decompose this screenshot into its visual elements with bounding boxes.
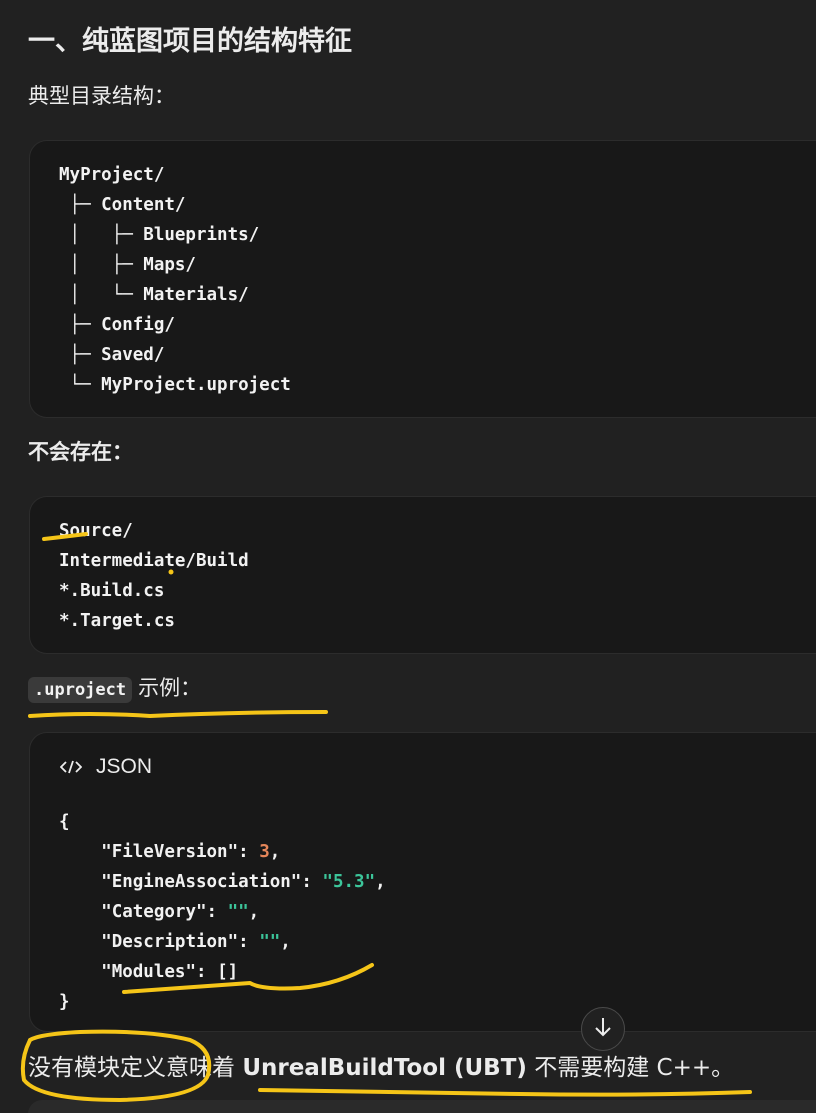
uproject-example-label: .uproject 示例： bbox=[28, 672, 201, 706]
json-key: "Description" bbox=[101, 932, 239, 952]
absent-item: *.Build.cs bbox=[59, 581, 165, 601]
json-separator: : bbox=[206, 902, 228, 922]
arrow-down-icon bbox=[593, 1016, 613, 1042]
ubt-explanation-prefix: 没有模块定义意味着 bbox=[28, 1055, 243, 1081]
ubt-explanation-suffix: 不需要构建 C++。 bbox=[526, 1055, 735, 1081]
tree-line: ├─ Config/ bbox=[59, 315, 175, 335]
json-key: "Category" bbox=[101, 902, 207, 922]
directory-tree-code-block[interactable]: MyProject/ ├─ Content/ │ ├─ Blueprints/ … bbox=[29, 140, 816, 418]
absent-item: *.Target.cs bbox=[59, 611, 175, 631]
ubt-explanation: 没有模块定义意味着 UnrealBuildTool (UBT) 不需要构建 C+… bbox=[28, 1050, 734, 1086]
json-code: { "FileVersion": 3, "EngineAssociation":… bbox=[59, 807, 386, 1017]
typical-structure-label: 典型目录结构： bbox=[28, 84, 175, 108]
code-icon bbox=[60, 759, 82, 775]
json-comma: , bbox=[248, 902, 260, 922]
json-open-brace: { bbox=[59, 812, 70, 832]
uproject-inline-code: .uproject bbox=[28, 677, 133, 703]
json-close-brace: } bbox=[59, 992, 70, 1012]
code-language-header: JSON bbox=[60, 755, 152, 779]
json-key: "Modules" bbox=[101, 962, 196, 982]
json-value: "" bbox=[227, 902, 249, 922]
tree-line: └─ MyProject.uproject bbox=[59, 375, 291, 395]
json-separator: : bbox=[238, 932, 260, 952]
ubt-explanation-bold: UnrealBuildTool (UBT) bbox=[242, 1055, 527, 1081]
directory-tree-code: MyProject/ ├─ Content/ │ ├─ Blueprints/ … bbox=[59, 160, 291, 400]
underline-ubt bbox=[258, 1088, 752, 1097]
tree-line: │ └─ Materials/ bbox=[59, 285, 249, 305]
json-value: "5.3" bbox=[322, 872, 376, 892]
section-heading: 一、纯蓝图项目的结构特征 bbox=[28, 26, 352, 57]
absent-item: Source/ bbox=[59, 521, 133, 541]
tree-line: MyProject/ bbox=[59, 165, 165, 185]
scroll-to-bottom-button[interactable] bbox=[581, 1007, 625, 1051]
json-value: "" bbox=[259, 932, 281, 952]
uproject-example-suffix: 示例： bbox=[138, 676, 202, 700]
tree-line: ├─ Content/ bbox=[59, 195, 186, 215]
json-comma: , bbox=[375, 872, 386, 892]
tree-line: │ ├─ Blueprints/ bbox=[59, 225, 260, 245]
absent-files-code: Source/ Intermediate/Build *.Build.cs *.… bbox=[59, 516, 249, 636]
json-key: "EngineAssociation" bbox=[101, 872, 302, 892]
json-value: 3 bbox=[259, 842, 270, 862]
json-separator: : bbox=[238, 842, 260, 862]
tree-line: │ ├─ Maps/ bbox=[59, 255, 196, 275]
json-comma: , bbox=[269, 842, 281, 862]
json-separator: : bbox=[195, 962, 218, 982]
next-block-edge bbox=[28, 1100, 816, 1113]
absent-files-label: 不会存在： bbox=[28, 440, 133, 464]
json-comma: , bbox=[280, 932, 291, 952]
json-separator: : bbox=[301, 872, 323, 892]
absent-files-code-block[interactable]: Source/ Intermediate/Build *.Build.cs *.… bbox=[29, 496, 816, 654]
code-language-label: JSON bbox=[96, 755, 153, 778]
json-key: "FileVersion" bbox=[101, 842, 239, 862]
json-value: [] bbox=[217, 962, 239, 982]
absent-item: Intermediate/Build bbox=[59, 551, 249, 571]
json-code-block[interactable]: JSON { "FileVersion": 3, "EngineAssociat… bbox=[29, 732, 816, 1032]
underline-uproject bbox=[28, 710, 328, 718]
tree-line: ├─ Saved/ bbox=[59, 345, 165, 365]
